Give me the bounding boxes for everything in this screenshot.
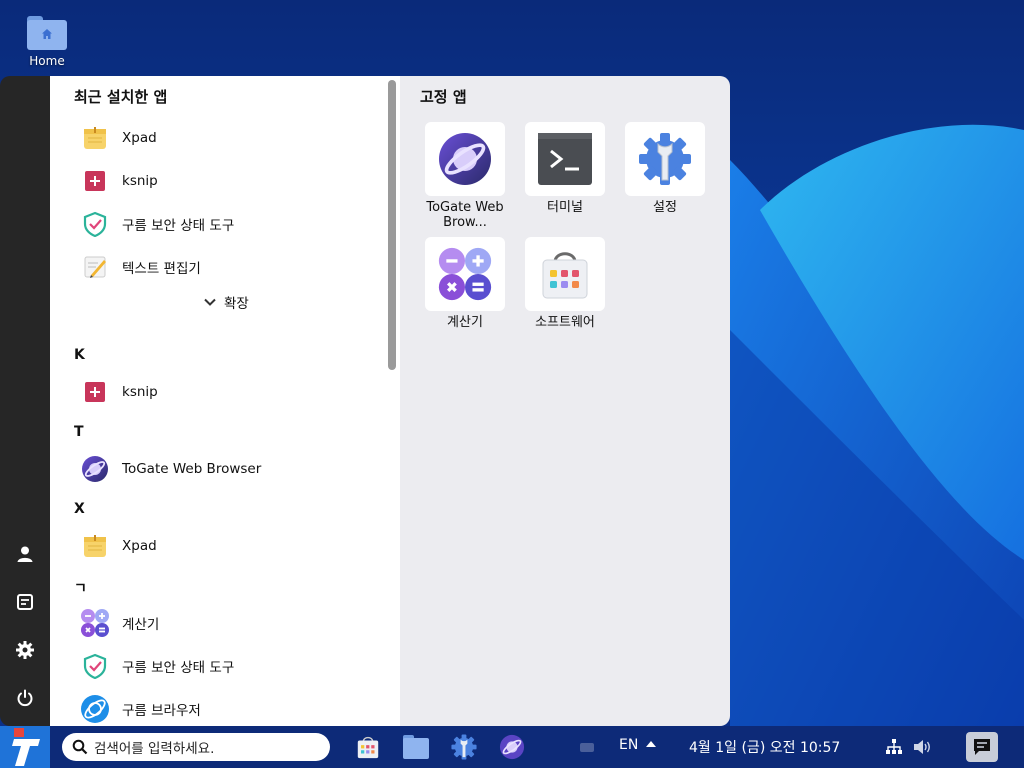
- user-icon: [17, 546, 33, 562]
- input-language-label: EN: [619, 737, 639, 753]
- documents-icon: [17, 594, 33, 610]
- section-letter-x: X: [74, 501, 85, 517]
- app-label: 구름 브라우저: [122, 703, 201, 719]
- togate-browser-icon: [499, 734, 525, 760]
- pinned-apps-title: 고정 앱: [420, 88, 467, 106]
- caret-up-icon: [645, 741, 656, 747]
- ksnip-icon: [80, 377, 110, 407]
- security-shield-icon: [80, 209, 110, 239]
- recent-apps-title: 최근 설치한 앱: [74, 88, 168, 106]
- recent-app-text-editor[interactable]: 텍스트 편집기: [80, 249, 380, 285]
- app-label: 구름 보안 상태 도구: [122, 660, 235, 676]
- taskbar-settings[interactable]: [449, 732, 479, 762]
- search-icon: [72, 739, 88, 755]
- volume-icon: [914, 740, 930, 754]
- pinned-settings[interactable]: 설정: [615, 122, 715, 215]
- pinned-label: ToGate Web Brow...: [426, 200, 504, 230]
- settings-icon: [451, 734, 477, 760]
- app-label: 구름 보안 상태 도구: [122, 218, 235, 234]
- power-button[interactable]: [12, 685, 38, 711]
- desktop-home-label: Home: [29, 54, 65, 68]
- taskbar-togate-browser[interactable]: [497, 732, 527, 762]
- start-menu: 최근 설치한 앱 Xpad ksnip 구름 보안 상태 도구 텍스트 편집기: [0, 76, 730, 726]
- app-item-gooroom-browser[interactable]: 구름 브라우저: [80, 691, 380, 726]
- app-item-calculator[interactable]: 계산기: [80, 605, 380, 641]
- recent-app-security-tool[interactable]: 구름 보안 상태 도구: [80, 206, 380, 242]
- app-label: ksnip: [122, 384, 158, 400]
- app-label: Xpad: [122, 538, 157, 554]
- settings-icon: [639, 133, 691, 185]
- expand-button[interactable]: 확장: [202, 292, 249, 312]
- app-item-security-tool[interactable]: 구름 보안 상태 도구: [80, 648, 380, 684]
- terminal-icon: [538, 133, 592, 185]
- all-apps-panel: 최근 설치한 앱 Xpad ksnip 구름 보안 상태 도구 텍스트 편집기: [50, 76, 400, 726]
- notifications-button[interactable]: [966, 732, 998, 762]
- user-button[interactable]: [12, 541, 38, 567]
- pinned-terminal[interactable]: 터미널: [515, 122, 615, 215]
- settings-button[interactable]: [12, 637, 38, 663]
- xpad-icon: [80, 123, 110, 153]
- recent-app-xpad[interactable]: Xpad: [80, 120, 380, 156]
- xpad-icon: [80, 531, 110, 561]
- power-icon: [17, 689, 33, 707]
- pinned-label: 설정: [653, 200, 677, 215]
- pinned-apps-panel: 고정 앱 ToGate Web Brow... 터미널 설정 계산기 소프트웨어: [400, 76, 730, 726]
- volume-control[interactable]: [907, 732, 937, 762]
- network-status[interactable]: [879, 732, 909, 762]
- software-store-icon: [357, 736, 379, 759]
- gooroom-browser-icon: [80, 694, 110, 724]
- section-letter-t: T: [74, 424, 84, 440]
- recent-app-ksnip[interactable]: ksnip: [80, 163, 380, 199]
- app-label: Xpad: [122, 130, 157, 146]
- calculator-icon: [438, 247, 492, 301]
- files-icon: [403, 735, 429, 759]
- expand-label: 확장: [224, 296, 249, 312]
- search-placeholder: 검색어를 입력하세요.: [94, 741, 215, 757]
- chevron-down-icon: [204, 298, 216, 306]
- desktop-home-folder[interactable]: Home: [22, 14, 72, 68]
- documents-button[interactable]: [12, 589, 38, 615]
- section-letter-k: K: [74, 347, 85, 363]
- text-editor-icon: [80, 252, 110, 282]
- search-box[interactable]: 검색어를 입력하세요.: [62, 733, 330, 761]
- folder-home-icon: [27, 14, 67, 50]
- pinned-label: 소프트웨어: [535, 315, 595, 330]
- app-item-togate-browser[interactable]: ToGate Web Browser: [80, 451, 380, 487]
- notification-icon: [974, 739, 990, 755]
- app-label: 계산기: [122, 617, 160, 633]
- security-shield-icon: [80, 651, 110, 681]
- togate-browser-icon: [80, 454, 110, 484]
- app-label: ksnip: [122, 173, 158, 189]
- app-list-scrollbar[interactable]: [388, 80, 396, 370]
- ksnip-icon: [80, 166, 110, 196]
- gear-icon: [16, 641, 34, 659]
- app-label: ToGate Web Browser: [122, 461, 262, 477]
- input-language[interactable]: EN: [619, 737, 657, 753]
- pinned-label: 터미널: [547, 200, 583, 215]
- pinned-label: 계산기: [447, 315, 483, 330]
- pinned-togate-browser[interactable]: ToGate Web Brow...: [415, 122, 515, 230]
- os-logo-icon: [12, 728, 40, 766]
- app-label: 텍스트 편집기: [122, 261, 201, 277]
- start-menu-button[interactable]: [0, 726, 50, 768]
- pinned-calculator[interactable]: 계산기: [415, 237, 515, 330]
- clock[interactable]: 4월 1일 (금) 오전 10:57: [689, 737, 840, 757]
- section-letter-giyeok: ㄱ: [74, 581, 87, 597]
- network-icon: [886, 739, 902, 754]
- calculator-icon: [80, 608, 110, 638]
- software-store-icon: [542, 252, 588, 299]
- togate-browser-icon: [439, 133, 491, 185]
- app-item-ksnip[interactable]: ksnip: [80, 374, 380, 410]
- app-item-xpad[interactable]: Xpad: [80, 528, 380, 564]
- taskbar-files[interactable]: [401, 732, 431, 762]
- menu-side-rail: [0, 76, 50, 726]
- taskbar-software-store[interactable]: [353, 732, 383, 762]
- pinned-software[interactable]: 소프트웨어: [515, 237, 615, 330]
- keyboard-indicator-icon[interactable]: [580, 743, 594, 752]
- taskbar: 검색어를 입력하세요. EN 4월 1일 (금) 오전 10:57: [0, 726, 1024, 768]
